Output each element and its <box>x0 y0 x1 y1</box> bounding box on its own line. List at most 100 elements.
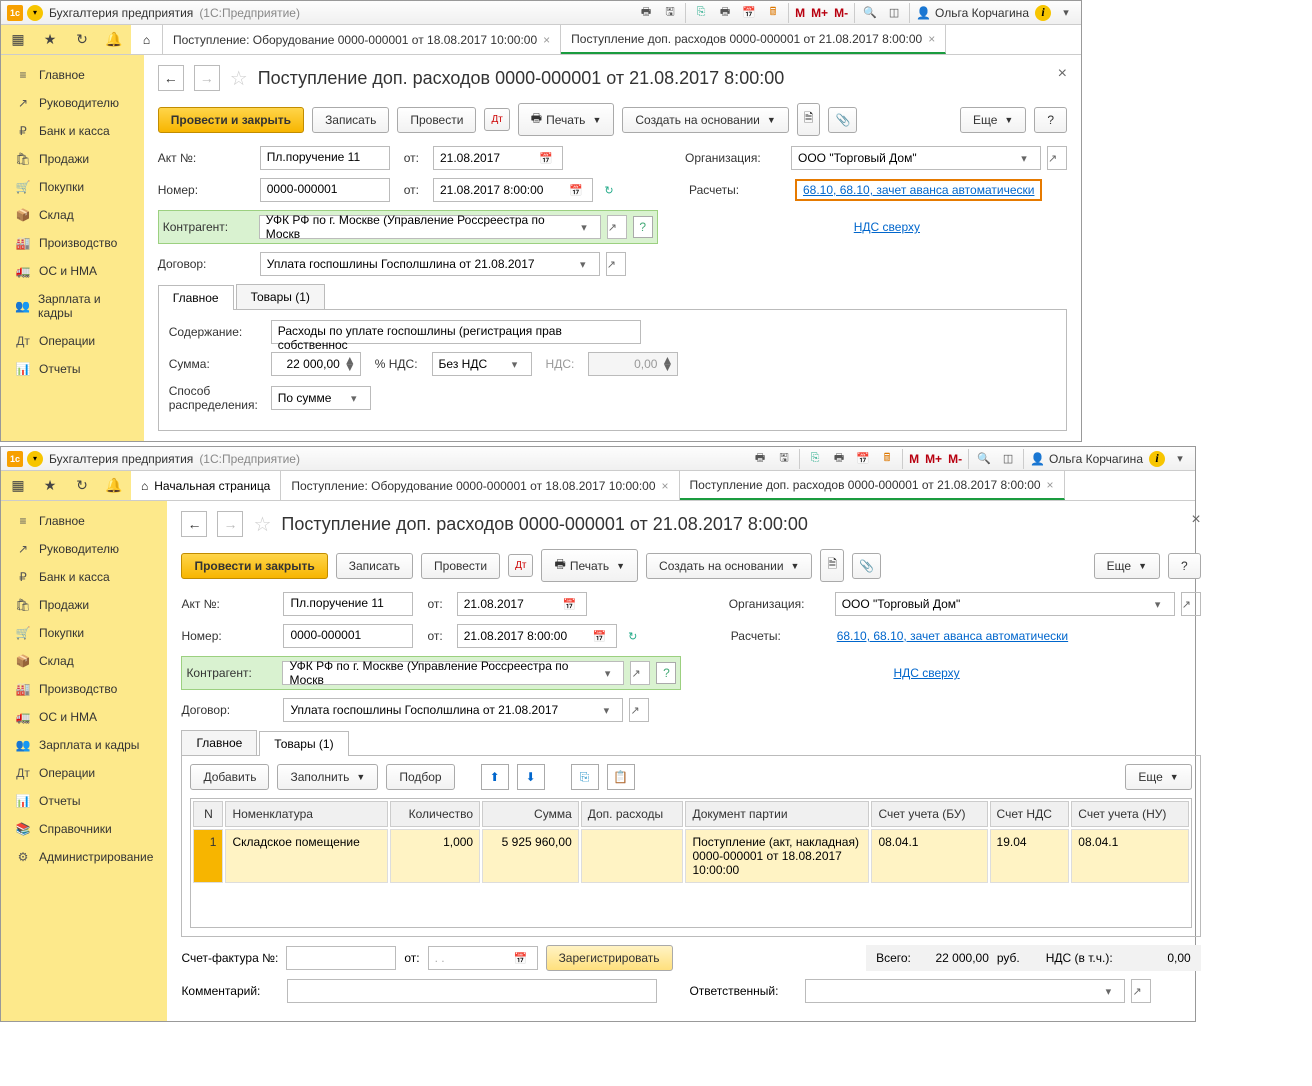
save-icon[interactable]: 🖫 <box>661 4 679 22</box>
cell-nom[interactable]: Складское помещение <box>225 829 387 883</box>
attach-button[interactable]: 📎 <box>828 107 857 133</box>
calc-icon[interactable]: 🖩 <box>878 450 896 468</box>
resp-open-icon[interactable]: ↗ <box>1131 979 1151 1003</box>
sidebar-item-production[interactable]: 🏭Производство <box>1 229 144 257</box>
sheet-button[interactable]: 🗎 <box>820 549 844 582</box>
sidebar-item-reports[interactable]: 📊Отчеты <box>1 355 144 383</box>
close-icon[interactable]: × <box>662 479 669 493</box>
sheet-button[interactable]: 🗎 <box>797 103 821 136</box>
print-icon[interactable]: 🖶 <box>751 450 769 468</box>
tab-goods[interactable]: Товары (1) <box>236 284 325 309</box>
org-open-icon[interactable]: ↗ <box>1047 146 1067 170</box>
act-input[interactable]: Пл.поручение 11 <box>283 592 413 616</box>
home-tab[interactable]: ⌂Начальная страница <box>131 471 281 500</box>
more-button[interactable]: Еще▼ <box>960 107 1026 133</box>
tab-receipt[interactable]: Поступление: Оборудование 0000-000001 от… <box>163 25 561 54</box>
org-input[interactable]: ООО "Торговый Дом"▾ <box>835 592 1175 616</box>
refresh-icon[interactable]: ↻ <box>599 184 619 197</box>
window-icon[interactable]: ◫ <box>885 4 903 22</box>
print-button[interactable]: 🖶Печать▼ <box>541 549 638 582</box>
dog-open-icon[interactable]: ↗ <box>629 698 649 722</box>
act-date-input[interactable]: 21.08.2017📅 <box>457 592 587 616</box>
apps-icon[interactable]: ▦ <box>9 477 27 495</box>
contr-input[interactable]: УФК РФ по г. Москве (Управление Россреес… <box>282 661 624 685</box>
sf-date-input[interactable]: . .📅 <box>428 946 538 970</box>
sidebar-item-manager[interactable]: ↗Руководителю <box>1 535 167 563</box>
toolbar-icon-1[interactable]: ⎘ <box>806 450 824 468</box>
calendar-icon[interactable]: 📅 <box>854 450 872 468</box>
calendar-icon[interactable]: 📅 <box>511 952 531 965</box>
sidebar-item-main[interactable]: ≡Главное <box>1 61 144 89</box>
col-qty[interactable]: Количество <box>390 801 480 827</box>
print-icon[interactable]: 🖶 <box>637 4 655 22</box>
sidebar-item-manager[interactable]: ↗Руководителю <box>1 89 144 117</box>
close-icon[interactable]: × <box>928 32 935 46</box>
sidebar-item-admin[interactable]: ⚙Администрирование <box>1 843 167 871</box>
num-input[interactable]: 0000-000001 <box>283 624 413 648</box>
move-up-button[interactable]: ⬆ <box>481 764 509 790</box>
fill-button[interactable]: Заполнить▼ <box>277 764 378 790</box>
sidebar-item-warehouse[interactable]: 📦Склад <box>1 647 167 675</box>
cell-qty[interactable]: 1,000 <box>390 829 480 883</box>
dog-open-icon[interactable]: ↗ <box>606 252 626 276</box>
resp-input[interactable]: ▾ <box>805 979 1125 1003</box>
post-button[interactable]: Провести <box>397 107 476 133</box>
col-acc-nu[interactable]: Счет учета (НУ) <box>1071 801 1188 827</box>
print-button[interactable]: 🖶Печать▼ <box>518 103 615 136</box>
calendar-icon[interactable]: 📅 <box>566 184 586 197</box>
close-icon[interactable]: × <box>543 33 550 47</box>
cell-sum[interactable]: 5 925 960,00 <box>482 829 579 883</box>
back-button[interactable]: ← <box>181 511 207 537</box>
sidebar-item-purchases[interactable]: 🛒Покупки <box>1 619 167 647</box>
sidebar-item-sales[interactable]: 🛍Продажи <box>1 591 167 619</box>
toolbar-icon-2[interactable]: 🖶 <box>830 450 848 468</box>
contr-open-icon[interactable]: ↗ <box>630 661 650 685</box>
pick-button[interactable]: Подбор <box>386 764 454 790</box>
calc-icon[interactable]: 🖩 <box>764 4 782 22</box>
tab-goods[interactable]: Товары (1) <box>259 731 348 756</box>
cell-ext[interactable] <box>581 829 684 883</box>
org-input[interactable]: ООО "Торговый Дом"▾ <box>791 146 1041 170</box>
more-button[interactable]: Еще▼ <box>1094 553 1160 579</box>
tab-main[interactable]: Главное <box>158 285 234 310</box>
toolbar-icon-2[interactable]: 🖶 <box>716 4 734 22</box>
dtkt-button[interactable]: Дт <box>508 554 533 577</box>
cell-acc-vat[interactable]: 19.04 <box>990 829 1070 883</box>
write-button[interactable]: Записать <box>312 107 389 133</box>
save-icon[interactable]: 🖫 <box>775 450 793 468</box>
bell-icon[interactable]: 🔔 <box>105 31 123 49</box>
num-input[interactable]: 0000-000001 <box>260 178 390 202</box>
refresh-icon[interactable]: ↻ <box>623 630 643 643</box>
goods-table[interactable]: N Номенклатура Количество Сумма Доп. рас… <box>190 798 1191 928</box>
window-icon[interactable]: ◫ <box>999 450 1017 468</box>
act-date-input[interactable]: 21.08.2017📅 <box>433 146 563 170</box>
write-button[interactable]: Записать <box>336 553 413 579</box>
tab-main[interactable]: Главное <box>181 730 257 755</box>
menu-dropdown-icon[interactable]: ▾ <box>1171 450 1189 468</box>
col-nom[interactable]: Номенклатура <box>225 801 387 827</box>
m-icon[interactable]: M <box>909 452 919 466</box>
col-acc-vat[interactable]: Счет НДС <box>990 801 1070 827</box>
contr-open-icon[interactable]: ↗ <box>607 215 627 239</box>
contr-help-icon[interactable]: ? <box>656 662 676 684</box>
distr-select[interactable]: По сумме▾ <box>271 386 371 410</box>
sidebar-item-warehouse[interactable]: 📦Склад <box>1 201 144 229</box>
sidebar-item-assets[interactable]: 🚛ОС и НМА <box>1 703 167 731</box>
cell-acc-bu[interactable]: 08.04.1 <box>871 829 987 883</box>
calc-link[interactable]: 68.10, 68.10, зачет аванса автоматически <box>837 629 1068 643</box>
m-plus-icon[interactable]: M+ <box>925 452 942 466</box>
calendar-icon[interactable]: 📅 <box>740 4 758 22</box>
vat-link[interactable]: НДС сверху <box>893 666 959 680</box>
comment-input[interactable] <box>287 979 657 1003</box>
m-icon[interactable]: M <box>795 6 805 20</box>
info-icon[interactable]: i <box>1035 5 1051 21</box>
dog-input[interactable]: Уплата госпошлины Госполшлина от 21.08.2… <box>283 698 623 722</box>
sidebar-item-purchases[interactable]: 🛒Покупки <box>1 173 144 201</box>
create-based-button[interactable]: Создать на основании▼ <box>646 553 812 579</box>
user-label[interactable]: 👤Ольга Корчагина <box>916 6 1029 20</box>
home-tab[interactable]: ⌂ <box>131 25 163 54</box>
create-based-button[interactable]: Создать на основании▼ <box>622 107 788 133</box>
m-minus-icon[interactable]: M- <box>948 452 962 466</box>
calendar-icon[interactable]: 📅 <box>536 152 556 165</box>
app-menu-dropdown[interactable]: ▾ <box>27 451 43 467</box>
